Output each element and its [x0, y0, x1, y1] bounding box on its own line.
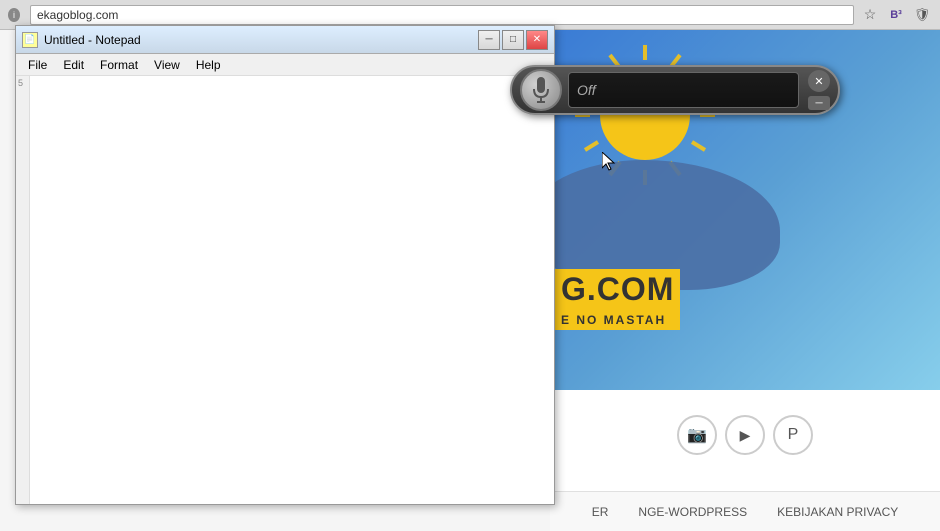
shield-icon[interactable]: 🛡	[912, 5, 932, 25]
info-icon: i	[8, 8, 20, 22]
voice-widget: Off ✕ ─	[510, 65, 840, 115]
logo-gcom: G.COM	[561, 271, 674, 307]
notepad-app-icon: 📄	[22, 32, 38, 48]
favicon: i	[8, 7, 24, 23]
pinterest-icon[interactable]: P	[773, 415, 813, 455]
menu-help[interactable]: Help	[188, 56, 229, 74]
logo-tagline-box: E NO MASTAH	[555, 310, 680, 330]
browser-right-icons: ☆ B³ 🛡	[860, 5, 932, 25]
footer-link-wordpress[interactable]: NGE-WORDPRESS	[638, 505, 747, 519]
voice-widget-controls: ✕ ─	[804, 70, 830, 110]
logo-text-container: G.COM E NO MASTAH	[555, 269, 680, 330]
notepad-maximize-btn[interactable]: □	[502, 30, 524, 50]
notepad-menubar: File Edit Format View Help	[16, 54, 554, 76]
microphone-icon	[532, 77, 550, 103]
notepad-textarea[interactable]	[30, 76, 554, 504]
extension-b3-icon[interactable]: B³	[886, 5, 906, 25]
voice-close-button[interactable]: ✕	[808, 70, 830, 92]
menu-format[interactable]: Format	[92, 56, 146, 74]
browser-window: i ekagoblog.com ☆ B³ 🛡	[0, 0, 940, 531]
footer-link-privacy[interactable]: KEBIJAKAN PRIVACY	[777, 505, 898, 519]
menu-file[interactable]: File	[20, 56, 55, 74]
url-bar[interactable]: ekagoblog.com	[30, 5, 854, 25]
social-icons-row: 📷 ▶ P	[550, 415, 940, 455]
notepad-titlebar: 📄 Untitled - Notepad ─ □ ✕	[16, 26, 554, 54]
notepad-controls: ─ □ ✕	[478, 30, 548, 50]
footer-links: ER NGE-WORDPRESS KEBIJAKAN PRIVACY	[550, 491, 940, 531]
menu-view[interactable]: View	[146, 56, 188, 74]
menu-edit[interactable]: Edit	[55, 56, 92, 74]
notepad-window: 📄 Untitled - Notepad ─ □ ✕ File Edit For…	[15, 25, 555, 505]
bookmark-icon[interactable]: ☆	[860, 5, 880, 25]
instagram-icon[interactable]: 📷	[677, 415, 717, 455]
footer-link-er[interactable]: ER	[592, 505, 609, 519]
logo-main: G.COM	[555, 269, 680, 310]
notepad-title: Untitled - Notepad	[44, 33, 478, 47]
voice-status-text: Off	[577, 82, 596, 98]
logo-tagline: E NO MASTAH	[561, 313, 666, 327]
notepad-minimize-btn[interactable]: ─	[478, 30, 500, 50]
notepad-left-ruler: 5	[16, 76, 30, 504]
notepad-close-btn[interactable]: ✕	[526, 30, 548, 50]
microphone-button[interactable]	[520, 69, 562, 111]
youtube-icon[interactable]: ▶	[725, 415, 765, 455]
voice-minimize-button[interactable]: ─	[808, 96, 830, 110]
voice-status-display: Off	[568, 72, 799, 108]
